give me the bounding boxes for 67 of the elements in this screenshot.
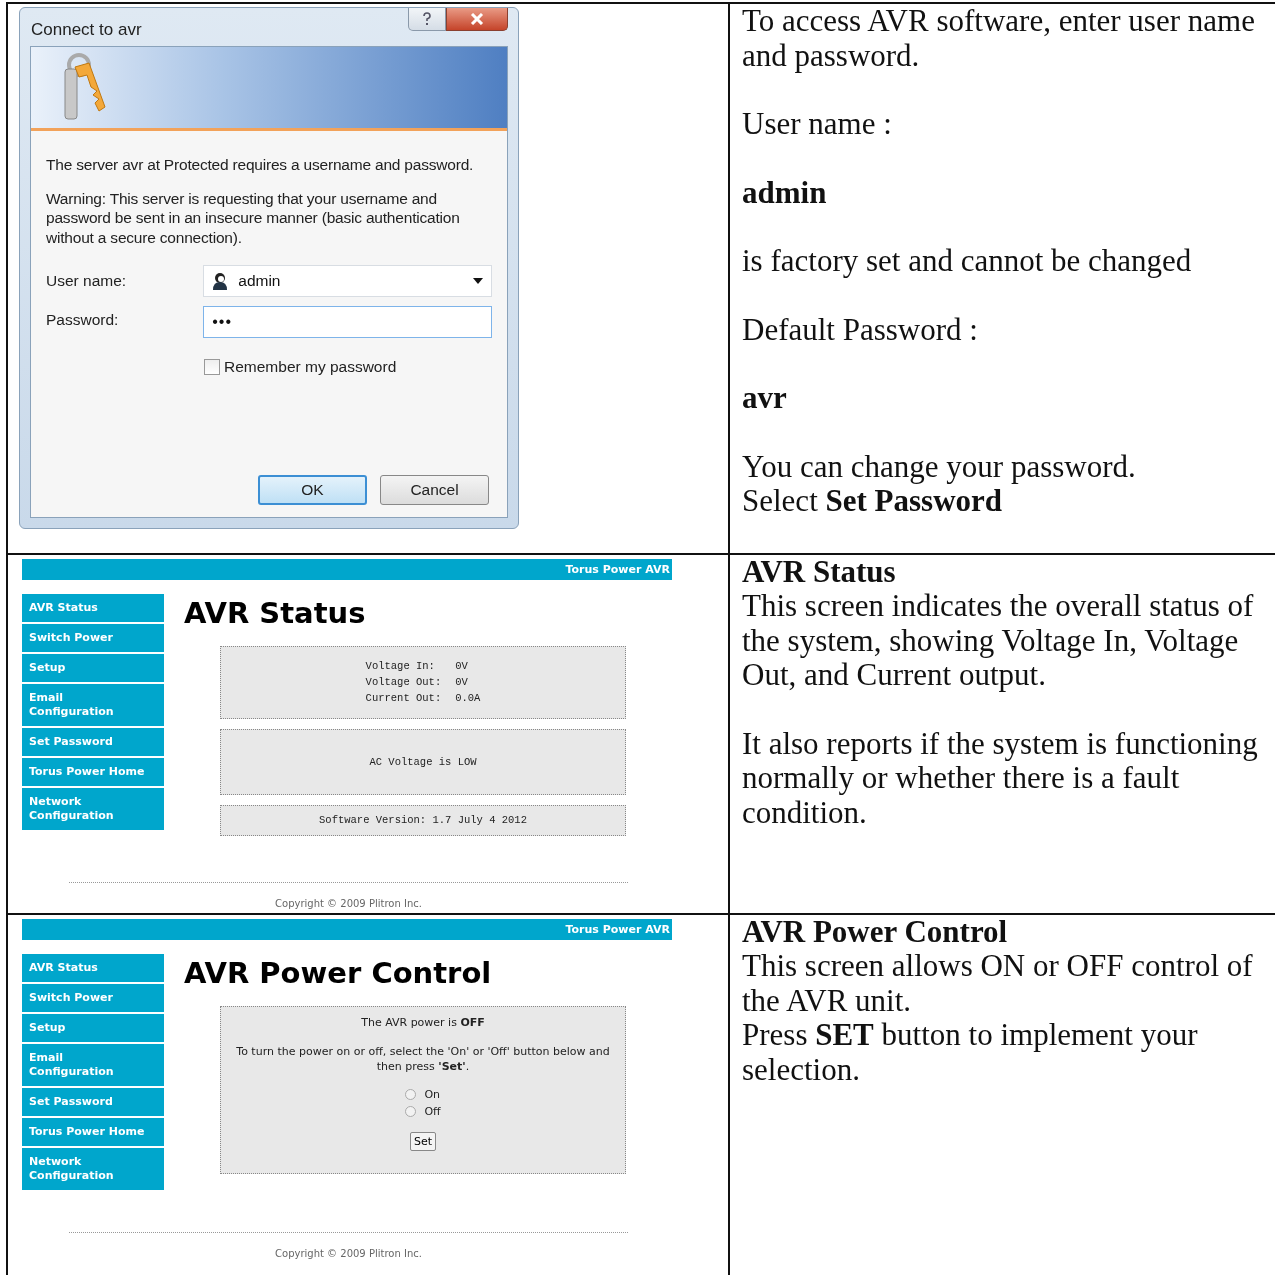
close-icon	[470, 13, 484, 25]
radio-label: Off	[424, 1104, 441, 1118]
reading-value: 0V	[455, 660, 469, 672]
dialog-message: The server avr at Protected requires a username and password.	[46, 155, 475, 175]
copyright-text: Copyright © 2009 Plitron Inc.	[275, 897, 422, 909]
note-text: This screen allows ON or OFF control of the AVR unit.	[742, 949, 1254, 1018]
site-title: Torus Power AVR	[565, 562, 670, 576]
note-heading: AVR Power Control	[742, 914, 1009, 949]
note-text: is factory set and cannot be changed	[742, 244, 1193, 279]
note-text: It also reports if the system is functioning normally or whether there is a fault condition.	[742, 726, 1259, 830]
radio-label: On	[424, 1087, 440, 1101]
note-heading: AVR Status	[742, 554, 897, 589]
nav-link[interactable]: Setup	[22, 1013, 164, 1042]
reading-value: 0.0A	[455, 692, 481, 704]
checkbox-label: Remember my password	[224, 358, 397, 376]
reading-label: Voltage In:	[365, 660, 436, 672]
nav-link[interactable]: Switch Power	[22, 983, 164, 1012]
field-label: User name:	[46, 272, 128, 290]
user-icon	[212, 272, 229, 290]
nav-link[interactable]: Switch Power	[22, 623, 164, 652]
help-icon	[422, 12, 432, 26]
nav-link[interactable]: AVR Status	[22, 953, 164, 982]
note-text: To access AVR software, enter user name and password.	[742, 4, 1256, 73]
note-text: Press SET button to implement your selection.	[742, 1018, 1199, 1087]
status-message: AC Voltage is LOW	[369, 755, 477, 768]
site-title: Torus Power AVR	[565, 922, 670, 936]
username-dropdown[interactable]: admin	[203, 265, 492, 297]
power-status: The AVR power is OFF	[361, 1014, 485, 1030]
reading-label: Current Out:	[365, 692, 442, 704]
nav-link[interactable]: Setup	[22, 653, 164, 682]
nav-link[interactable]: Email Configuration	[22, 683, 164, 726]
reading-value: 0V	[455, 676, 469, 688]
note-text: You can change your password.	[742, 449, 1137, 484]
field-label: Password:	[46, 310, 120, 329]
note-text: This screen indicates the overall status of the system, showing Voltage In, Voltage Out, and Current output.	[742, 589, 1255, 693]
copyright-text: Copyright © 2009 Plitron Inc.	[275, 1247, 422, 1259]
note-text: User name :	[742, 107, 893, 142]
version-text: Software Version: 1.7 July 4 2012	[319, 814, 527, 826]
radio-button[interactable]	[405, 1105, 417, 1117]
nav-link[interactable]: Torus Power Home	[22, 1117, 164, 1146]
page-title: AVR Power Control	[184, 955, 493, 990]
cancel-button[interactable]: Cancel	[380, 475, 489, 505]
nav-link[interactable]: Network Configuration	[22, 1147, 164, 1190]
nav-link[interactable]: AVR Status	[22, 593, 164, 622]
page-title: AVR Status	[184, 595, 367, 630]
nav-link[interactable]: Set Password	[22, 727, 164, 756]
help-button[interactable]	[408, 8, 446, 31]
nav-link[interactable]: Set Password	[22, 1087, 164, 1116]
field-value: admin	[238, 272, 282, 290]
set-button[interactable]: Set	[409, 1131, 437, 1151]
dialog-title: Connect to avr	[31, 20, 142, 40]
note-text: Default Password :	[742, 312, 979, 347]
instructions: To turn the power on or off, select the 'On' or 'Off' button below and then press 'Set'.	[235, 1043, 611, 1074]
warning-message: Warning: This server is requesting that your username and password be sent in an insecure manner (basic authentication without a secure connection).	[46, 188, 461, 247]
ok-button[interactable]: OK	[258, 475, 367, 505]
nav-link[interactable]: Email Configuration	[22, 1043, 164, 1086]
nav-link[interactable]: Network Configuration	[22, 787, 164, 830]
note-heading: avr	[742, 381, 788, 416]
password-field[interactable]: •••	[203, 306, 492, 338]
note-heading: admin	[742, 175, 828, 210]
note-text: Select Set Password	[742, 484, 1004, 519]
radio-button[interactable]	[405, 1088, 417, 1100]
close-button[interactable]	[446, 8, 508, 31]
dropdown-caret-icon	[473, 278, 483, 284]
checkbox[interactable]	[204, 359, 220, 375]
reading-label: Voltage Out:	[365, 676, 442, 688]
nav-link[interactable]: Torus Power Home	[22, 757, 164, 786]
